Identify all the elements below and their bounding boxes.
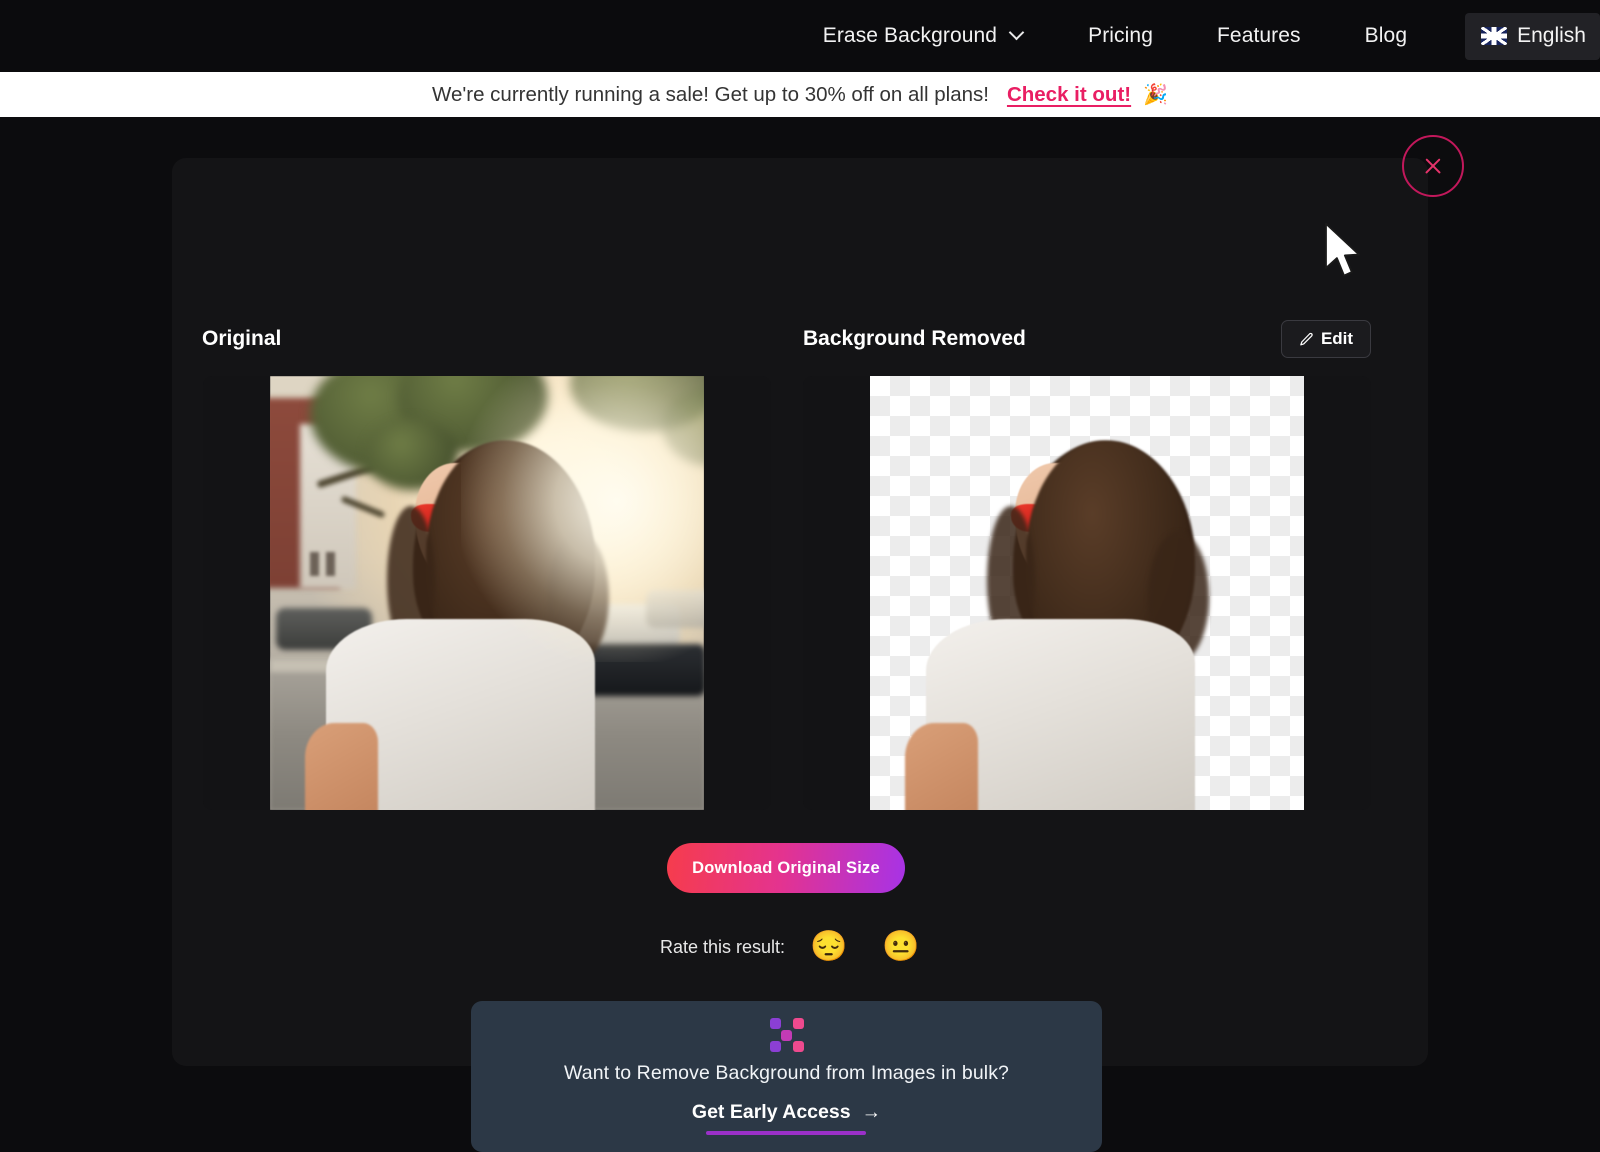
nav-item-blog[interactable]: Blog xyxy=(1365,24,1407,48)
nav-links: Erase Background Pricing Features Blog E… xyxy=(823,0,1600,72)
original-panel-label: Original xyxy=(202,327,282,350)
uk-flag-icon xyxy=(1481,27,1508,45)
person-subject-cutout xyxy=(870,376,1304,810)
nav-item-label: Features xyxy=(1216,24,1301,47)
get-early-access-link[interactable]: Get Early Access → xyxy=(692,1101,881,1135)
nav-item-pricing[interactable]: Pricing xyxy=(1088,24,1153,48)
close-button[interactable] xyxy=(1402,135,1464,197)
sale-banner: We're currently running a sale! Get up t… xyxy=(0,72,1600,117)
bulk-squares-icon xyxy=(769,1018,804,1052)
bulk-square-center xyxy=(781,1029,792,1041)
pencil-icon xyxy=(1300,332,1313,345)
edit-button[interactable]: Edit xyxy=(1281,320,1371,358)
page-body: Original Background Removed Edit Downloa… xyxy=(0,117,1600,1152)
edit-button-label: Edit xyxy=(1320,329,1354,348)
bulk-promo-title: Want to Remove Background from Images in… xyxy=(564,1062,1009,1084)
bulk-promo-card: Want to Remove Background from Images in… xyxy=(471,1001,1102,1152)
background-removed-image-panel xyxy=(803,376,1371,810)
get-early-access-underline xyxy=(706,1131,867,1135)
close-icon xyxy=(1423,156,1443,176)
bulk-square-bottom-right xyxy=(792,1041,804,1052)
person-subject xyxy=(270,376,704,810)
background-removed-panel-label: Background Removed xyxy=(803,327,1026,350)
arm xyxy=(904,723,979,810)
language-label: English xyxy=(1517,24,1586,47)
nav-item-label: Erase Background xyxy=(822,24,998,47)
original-image-panel xyxy=(203,376,771,810)
party-popper-emoji: 🎉 xyxy=(1143,84,1169,106)
original-photo xyxy=(270,376,704,810)
bulk-square-top-right xyxy=(792,1018,804,1029)
sale-banner-cta-link[interactable]: Check it out! xyxy=(1007,83,1131,107)
language-selector[interactable]: English xyxy=(1465,12,1600,60)
rating-pensive-face-button[interactable]: 😔 xyxy=(810,932,847,962)
cutout-photo xyxy=(870,376,1304,810)
nav-item-label: Pricing xyxy=(1088,24,1153,47)
nav-item-erase-background[interactable]: Erase Background xyxy=(823,24,1024,48)
photo-scene xyxy=(270,376,704,810)
nav-item-features[interactable]: Features xyxy=(1217,24,1301,48)
rating-row: Rate this result: 😔 😐 xyxy=(660,932,920,962)
rating-neutral-face-button[interactable]: 😐 xyxy=(882,932,919,962)
sale-banner-text: We're currently running a sale! Get up t… xyxy=(431,82,989,106)
rating-label: Rate this result: xyxy=(660,936,786,957)
arrow-right-icon: → xyxy=(861,1101,882,1123)
download-original-size-button[interactable]: Download Original Size xyxy=(667,843,905,893)
bulk-square-top-left xyxy=(769,1018,781,1029)
get-early-access-label: Get Early Access xyxy=(691,1101,851,1123)
top-navbar: Erase Background Pricing Features Blog E… xyxy=(0,0,1600,72)
get-early-access-link-inner: Get Early Access → xyxy=(692,1101,881,1124)
bulk-square-bottom-left xyxy=(769,1041,781,1052)
chevron-down-icon xyxy=(1011,27,1024,40)
nav-item-label: Blog xyxy=(1364,24,1408,47)
arm xyxy=(304,723,379,810)
